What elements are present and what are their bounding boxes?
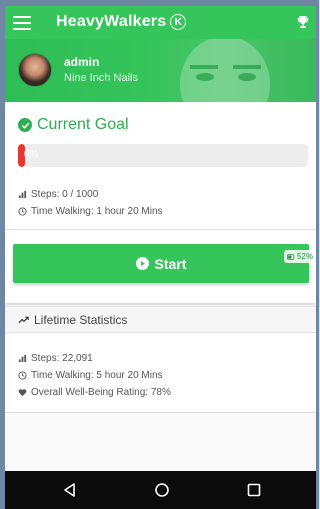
recents-square-icon[interactable]: [246, 482, 262, 498]
back-triangle-icon[interactable]: [62, 482, 78, 498]
lifetime-steps-row: Steps: 22,091: [18, 353, 93, 364]
device-frame: HeavyWalkers K admin Nine Inch Nails Cur…: [0, 0, 319, 509]
app-brand: HeavyWalkers K: [56, 13, 187, 31]
steps-icon: [18, 190, 27, 199]
play-circle-icon: [135, 257, 149, 270]
lifetime-time-walking: Time Walking: 5 hour 20 Mins: [31, 370, 163, 381]
current-goal-heading: Current Goal: [18, 116, 129, 134]
start-button-label: Start: [154, 255, 187, 272]
goal-progress-bar: 0%: [18, 144, 308, 167]
current-goal-title: Current Goal: [37, 116, 129, 133]
brand-logo-icon: K: [170, 14, 187, 30]
clock-icon: [18, 371, 27, 380]
profile-band: Nine Inch Nails: [64, 72, 138, 84]
trophy-icon[interactable]: [296, 15, 310, 29]
goal-steps-row: Steps: 0 / 1000: [18, 189, 98, 200]
battery-text: 52%: [296, 252, 313, 261]
profile-username: admin: [64, 55, 100, 69]
goal-time-walking: Time Walking: 1 hour 20 Mins: [31, 206, 163, 217]
goal-time-row: Time Walking: 1 hour 20 Mins: [18, 206, 163, 217]
check-circle-icon: [18, 118, 32, 132]
goal-progress-text: 0%: [24, 149, 39, 160]
empty-content-area: [5, 413, 316, 471]
app-title: HeavyWalkers: [56, 13, 167, 30]
hamburger-menu-icon[interactable]: [13, 16, 31, 30]
clock-icon: [18, 207, 27, 216]
app-bar: HeavyWalkers K: [5, 6, 316, 39]
trending-up-icon: [18, 316, 29, 323]
system-navigation-bar: [5, 471, 316, 509]
lifetime-time-row: Time Walking: 5 hour 20 Mins: [18, 370, 163, 381]
lifetime-wellbeing-row: Overall Well-Being Rating: 78%: [18, 387, 171, 398]
lifetime-steps: Steps: 22,091: [31, 353, 93, 364]
start-section: Start 52%: [5, 231, 316, 303]
avatar[interactable]: [18, 53, 52, 87]
heart-icon: [18, 389, 27, 397]
start-button[interactable]: Start: [13, 244, 309, 283]
banner-background-image: [180, 39, 270, 102]
lifetime-wellbeing: Overall Well-Being Rating: 78%: [31, 387, 171, 398]
home-circle-icon[interactable]: [154, 482, 170, 498]
lifetime-statistics-body: Steps: 22,091 Time Walking: 5 hour 20 Mi…: [5, 333, 316, 413]
profile-banner: admin Nine Inch Nails: [5, 39, 316, 102]
lifetime-statistics-header: Lifetime Statistics: [5, 306, 316, 333]
battery-badge: 52%: [283, 250, 316, 263]
goal-steps: Steps: 0 / 1000: [31, 189, 99, 200]
lifetime-statistics-title: Lifetime Statistics: [34, 312, 128, 327]
current-goal-card: Current Goal 0% Steps: 0 / 1000 Time Wal…: [5, 102, 316, 230]
app-screen: HeavyWalkers K admin Nine Inch Nails Cur…: [5, 6, 316, 509]
battery-icon: [286, 253, 295, 260]
steps-icon: [18, 354, 27, 363]
